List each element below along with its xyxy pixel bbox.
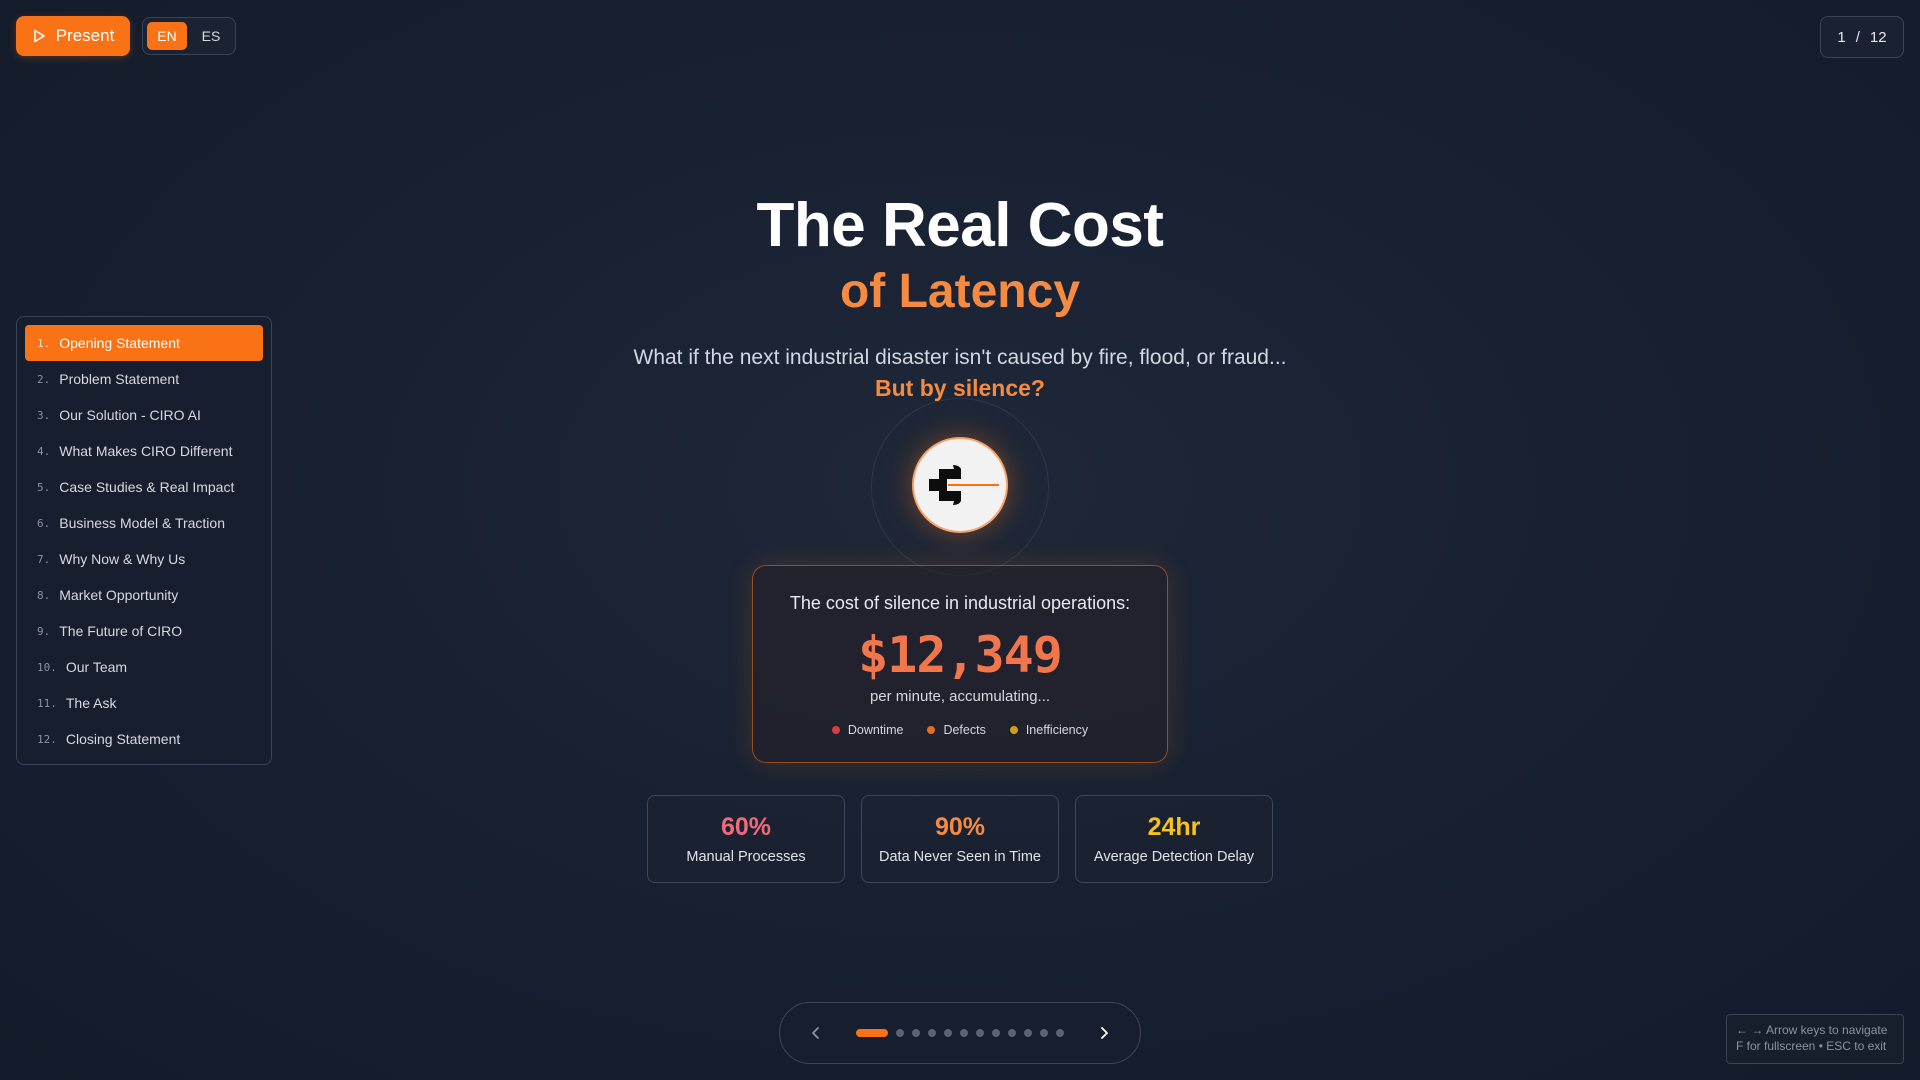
- stat-card-data-never-seen: 90% Data Never Seen in Time: [861, 795, 1059, 883]
- next-slide-button[interactable]: [1092, 1021, 1116, 1045]
- sidebar-item-label: Closing Statement: [65, 731, 181, 747]
- sidebar-item-number: 11.: [37, 696, 57, 710]
- logo-badge: [912, 437, 1008, 533]
- legend-item-downtime: Downtime: [831, 723, 904, 737]
- stat-card-manual-processes: 60% Manual Processes: [647, 795, 845, 883]
- stat-value: 24hr: [1147, 813, 1201, 841]
- defects-dot-icon: [927, 726, 936, 734]
- sidebar-item-our-solution[interactable]: 3. Our Solution - CIRO AI: [25, 397, 263, 433]
- stat-value: 60%: [720, 813, 772, 841]
- legend-label: Downtime: [847, 723, 904, 737]
- sidebar-item-closing-statement[interactable]: 12. Closing Statement: [25, 721, 263, 757]
- language-en-button[interactable]: EN: [147, 22, 187, 50]
- sidebar-item-label: Our Solution - CIRO AI: [59, 407, 201, 423]
- stat-label: Average Detection Delay: [1093, 849, 1255, 865]
- sidebar-item-number: 3.: [37, 408, 51, 422]
- legend-item-inefficiency: Inefficiency: [1009, 723, 1089, 737]
- sidebar-item-why-now[interactable]: 7. Why Now & Why Us: [25, 541, 263, 577]
- pagination-dot[interactable]: [1024, 1029, 1032, 1037]
- sidebar-item-market-opportunity[interactable]: 8. Market Opportunity: [25, 577, 263, 613]
- cost-rate: per minute, accumulating...: [869, 688, 1051, 705]
- cost-of-silence-card: The cost of silence in industrial operat…: [752, 565, 1168, 763]
- language-switch: EN ES: [142, 17, 236, 55]
- sidebar-item-the-ask[interactable]: 11. The Ask: [25, 685, 263, 721]
- stat-card-detection-delay: 24hr Average Detection Delay: [1075, 795, 1273, 883]
- sidebar-item-our-team[interactable]: 10. Our Team: [25, 649, 263, 685]
- inefficiency-dot-icon: [1009, 726, 1018, 734]
- sidebar-item-business-model[interactable]: 6. Business Model & Traction: [25, 505, 263, 541]
- current-page: 1: [1837, 28, 1846, 46]
- sidebar-item-label: Our Team: [65, 659, 128, 675]
- sidebar-item-number: 6.: [37, 516, 51, 530]
- legend-item-defects: Defects: [927, 723, 986, 737]
- sidebar-item-label: Business Model & Traction: [59, 515, 225, 531]
- sidebar-item-number: 7.: [37, 552, 51, 566]
- cost-counter: $12,349: [858, 626, 1063, 684]
- sidebar-item-number: 12.: [37, 732, 57, 746]
- cost-legend: Downtime Defects Inefficiency: [753, 723, 1167, 737]
- cost-card-label: The cost of silence in industrial operat…: [789, 593, 1131, 613]
- page-separator: /: [1855, 28, 1860, 46]
- sidebar-item-case-studies[interactable]: 5. Case Studies & Real Impact: [25, 469, 263, 505]
- previous-slide-button[interactable]: [804, 1021, 828, 1045]
- slide-title: The Real Cost: [756, 191, 1164, 260]
- play-icon: [33, 29, 45, 43]
- sidebar-item-number: 4.: [37, 444, 51, 458]
- keyboard-hint: ← → Arrow keys to navigate F for fullscr…: [1726, 1014, 1904, 1064]
- pagination-dot[interactable]: [976, 1029, 984, 1037]
- ciro-logo-icon: [929, 465, 999, 505]
- total-pages: 12: [1869, 28, 1887, 46]
- legend-label: Inefficiency: [1025, 723, 1089, 737]
- sidebar-item-number: 8.: [37, 588, 51, 602]
- slide-navigation: [779, 1002, 1141, 1064]
- sidebar-item-future-of-ciro[interactable]: 9. The Future of CIRO: [25, 613, 263, 649]
- hero-question: What if the next industrial disaster isn…: [633, 346, 1287, 369]
- sidebar-item-label: Market Opportunity: [59, 587, 179, 603]
- pagination-dot[interactable]: [856, 1029, 888, 1037]
- sidebar-item-label: Case Studies & Real Impact: [59, 479, 235, 495]
- pagination-dot[interactable]: [992, 1029, 1000, 1037]
- pagination-dot[interactable]: [960, 1029, 968, 1037]
- pagination-dot[interactable]: [944, 1029, 952, 1037]
- pagination-dots: [856, 1029, 1064, 1037]
- pagination-dot[interactable]: [896, 1029, 904, 1037]
- pagination-dot[interactable]: [928, 1029, 936, 1037]
- chevron-right-icon: [1101, 1027, 1108, 1039]
- stat-value: 90%: [934, 813, 986, 841]
- chevron-left-icon: [812, 1027, 819, 1039]
- language-es-button[interactable]: ES: [191, 22, 231, 50]
- page-counter: 1 / 12: [1820, 16, 1904, 58]
- stat-label: Data Never Seen in Time: [879, 849, 1041, 865]
- present-label: Present: [55, 26, 115, 45]
- pagination-dot[interactable]: [1056, 1029, 1064, 1037]
- sidebar-item-label: The Future of CIRO: [59, 623, 183, 639]
- pagination-dot[interactable]: [912, 1029, 920, 1037]
- keyboard-hint-fullscreen: F for fullscreen • ESC to exit: [1736, 1039, 1887, 1053]
- sidebar-item-label: What Makes CIRO Different: [59, 443, 233, 459]
- sidebar-item-what-makes-ciro-different[interactable]: 4. What Makes CIRO Different: [25, 433, 263, 469]
- sidebar-item-number: 9.: [37, 624, 51, 638]
- keyboard-hint-navigate: ← → Arrow keys to navigate: [1736, 1023, 1888, 1037]
- pagination-dot[interactable]: [1040, 1029, 1048, 1037]
- sidebar-item-number: 10.: [37, 660, 57, 674]
- stat-label: Manual Processes: [686, 849, 806, 865]
- downtime-dot-icon: [831, 726, 840, 734]
- legend-label: Defects: [943, 723, 986, 737]
- sidebar-item-number: 5.: [37, 480, 51, 494]
- slide-subtitle: of Latency: [839, 265, 1081, 318]
- pagination-dot[interactable]: [1008, 1029, 1016, 1037]
- sidebar-item-label: The Ask: [65, 695, 117, 711]
- present-button[interactable]: Present: [16, 16, 130, 56]
- sidebar-item-label: Why Now & Why Us: [59, 551, 186, 567]
